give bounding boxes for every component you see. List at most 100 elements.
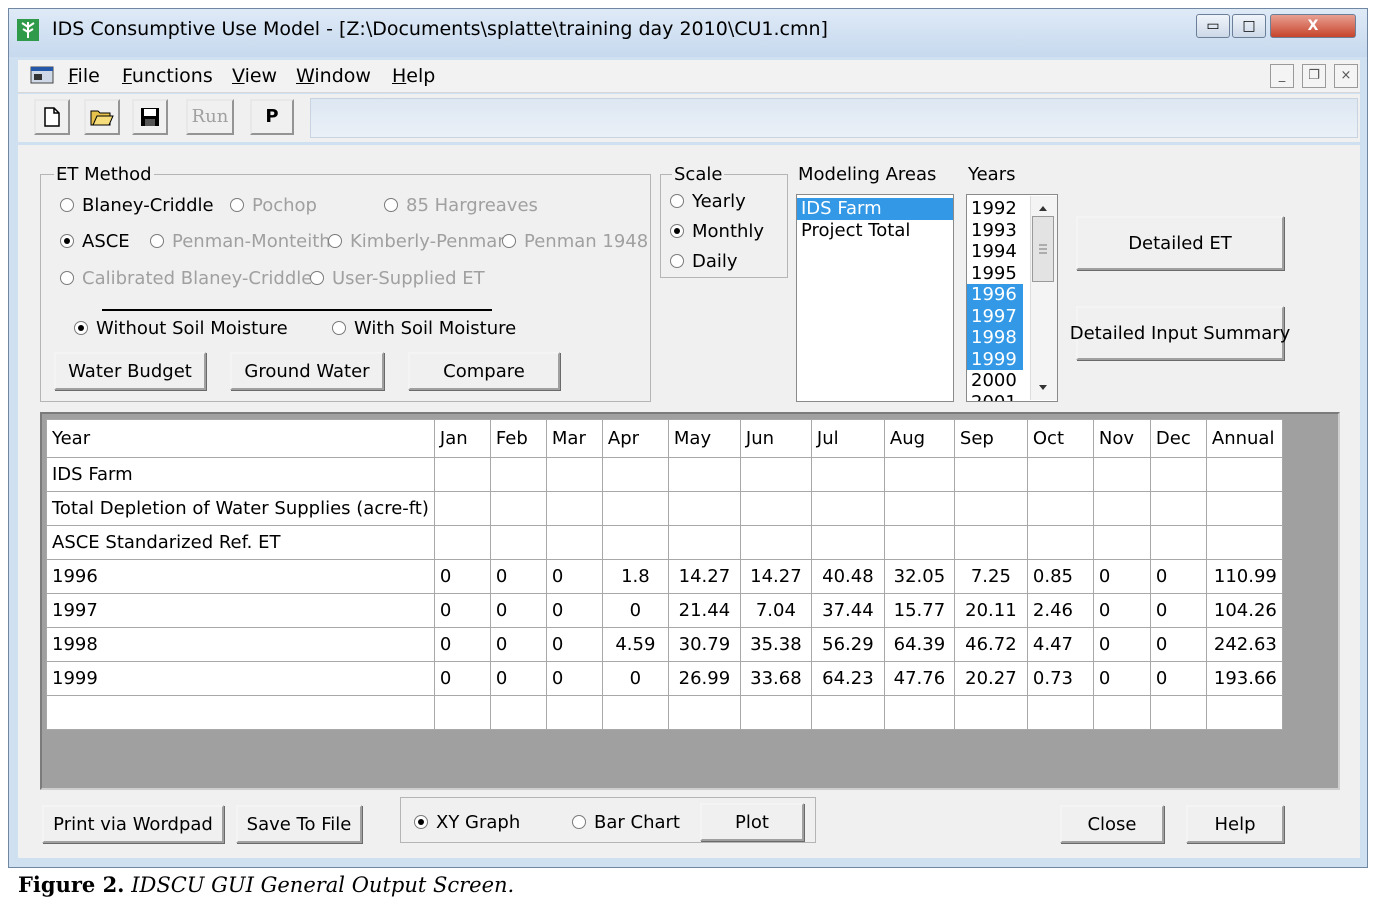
value-cell: 47.76	[883, 661, 955, 696]
plot-button[interactable]: Plot	[700, 803, 804, 841]
value-cell: 2.46	[1026, 593, 1094, 628]
scroll-up-icon[interactable]	[1037, 204, 1049, 212]
radio-circle	[328, 234, 342, 248]
compare-button[interactable]: Compare	[408, 352, 560, 390]
mdi-close-button[interactable]: ×	[1334, 64, 1358, 88]
year-item-selected[interactable]: 1999	[967, 348, 1023, 370]
radio-xy-graph[interactable]: XY Graph	[414, 812, 520, 833]
list-item-ids-farm[interactable]: IDS Farm	[797, 198, 953, 220]
value-cell: 242.63	[1205, 627, 1283, 662]
table-row: 1998 0 0 0 4.59 30.79 35.38 56.29 64.39 …	[46, 627, 1283, 662]
header-cell: Dec	[1149, 419, 1207, 458]
value-cell: 0	[489, 593, 547, 628]
radio-pochop[interactable]: Pochop	[230, 195, 317, 216]
header-cell: Sep	[953, 419, 1028, 458]
header-cell: Year	[46, 419, 435, 458]
run-button[interactable]: Run	[186, 99, 234, 135]
radio-label: Kimberly-Penman	[350, 231, 509, 252]
radio-circle	[60, 271, 74, 285]
radio-label: Daily	[692, 251, 738, 272]
results-table: Year Jan Feb Mar Apr May Jun Jul Aug Sep…	[46, 419, 1283, 730]
year-item[interactable]: 2000	[967, 370, 1023, 392]
radio-daily[interactable]: Daily	[670, 251, 738, 272]
scroll-down-icon[interactable]	[1037, 384, 1049, 392]
year-item[interactable]: 1993	[967, 220, 1023, 242]
new-file-button[interactable]	[34, 99, 70, 135]
list-item-project-total[interactable]: Project Total	[797, 220, 953, 242]
radio-without-soil-moisture[interactable]: Without Soil Moisture	[74, 318, 288, 339]
radio-asce[interactable]: ASCE	[60, 231, 130, 252]
radio-user-supplied-et[interactable]: User-Supplied ET	[310, 268, 485, 289]
open-file-button[interactable]	[84, 99, 120, 135]
save-to-file-button[interactable]: Save To File	[236, 805, 362, 843]
grip-icon	[1039, 244, 1047, 254]
menu-help[interactable]: Help	[392, 65, 435, 87]
et-method-label: ET Method	[54, 164, 154, 185]
value-cell: 64.23	[810, 661, 885, 696]
radio-penman-monteith[interactable]: Penman-Monteith	[150, 231, 331, 252]
menu-file[interactable]: File	[68, 65, 100, 87]
radio-label: Blaney-Criddle	[82, 195, 214, 216]
radio-with-soil-moisture[interactable]: With Soil Moisture	[332, 318, 516, 339]
radio-label: Pochop	[252, 195, 317, 216]
year-item[interactable]: 1994	[967, 241, 1023, 263]
radio-yearly[interactable]: Yearly	[670, 191, 746, 212]
radio-circle-selected	[74, 321, 88, 335]
radio-calibrated-blaney-criddle[interactable]: Calibrated Blaney-Criddle	[60, 268, 312, 289]
p-button[interactable]: P	[250, 99, 294, 135]
radio-penman-1948[interactable]: Penman 1948	[502, 231, 648, 252]
info-cell: IDS Farm	[46, 457, 435, 492]
year-item-selected[interactable]: 1996	[967, 284, 1023, 306]
water-budget-button[interactable]: Water Budget	[54, 352, 206, 390]
header-cell: Jan	[433, 419, 491, 458]
radio-85-hargreaves[interactable]: 85 Hargreaves	[384, 195, 538, 216]
document-window-icon[interactable]	[30, 66, 54, 84]
minimize-button[interactable]: ▭	[1196, 14, 1230, 38]
menu-functions[interactable]: Functions	[122, 65, 213, 87]
mdi-restore-button[interactable]: ❐	[1302, 64, 1326, 88]
save-file-button[interactable]	[132, 99, 168, 135]
header-cell: Aug	[883, 419, 955, 458]
header-cell: Oct	[1026, 419, 1094, 458]
radio-label: Yearly	[692, 191, 746, 212]
close-window-button[interactable]: X	[1270, 14, 1356, 38]
modeling-areas-list[interactable]: IDS Farm Project Total	[796, 194, 954, 402]
year-item[interactable]: 1995	[967, 263, 1023, 285]
radio-circle	[60, 198, 74, 212]
ground-water-button[interactable]: Ground Water	[230, 352, 384, 390]
help-button[interactable]: Help	[1186, 805, 1284, 843]
menu-view[interactable]: View	[232, 65, 277, 87]
print-via-wordpad-button[interactable]: Print via Wordpad	[42, 805, 224, 843]
year-item[interactable]: 2001	[967, 392, 1023, 401]
value-cell: 64.39	[883, 627, 955, 662]
value-cell: 0	[545, 559, 603, 594]
caption-label: Figure 2.	[18, 872, 125, 897]
radio-label: With Soil Moisture	[354, 318, 517, 339]
menu-window[interactable]: Window	[296, 65, 371, 87]
radio-circle	[332, 321, 346, 335]
radio-bar-chart[interactable]: Bar Chart	[572, 812, 680, 833]
detailed-input-summary-button[interactable]: Detailed Input Summary	[1070, 306, 1290, 360]
year-cell: 1998	[46, 627, 435, 662]
toolbar-strip	[310, 98, 1358, 138]
modeling-areas-label: Modeling Areas	[796, 164, 939, 185]
info-cell: Total Depletion of Water Supplies (acre-…	[46, 491, 435, 526]
radio-kimberly-penman[interactable]: Kimberly-Penman	[328, 231, 509, 252]
value-cell: 0	[1149, 627, 1207, 662]
maximize-button[interactable]: □	[1232, 14, 1266, 38]
year-item-selected[interactable]: 1998	[967, 327, 1023, 349]
close-button[interactable]: Close	[1060, 805, 1164, 843]
radio-label: Monthly	[692, 221, 765, 242]
table-row-empty	[46, 695, 1283, 730]
table-row: 1996 0 0 0 1.8 14.27 14.27 40.48 32.05 7…	[46, 559, 1283, 594]
year-item-selected[interactable]: 1997	[967, 305, 1023, 327]
value-cell: 46.72	[953, 627, 1028, 662]
info-cell: ASCE Standarized Ref. ET	[46, 525, 435, 560]
year-item[interactable]: 1992	[967, 198, 1023, 220]
radio-blaney-criddle[interactable]: Blaney-Criddle	[60, 195, 214, 216]
mdi-minimize-button[interactable]: _	[1270, 64, 1294, 88]
detailed-et-button[interactable]: Detailed ET	[1076, 216, 1284, 270]
radio-monthly[interactable]: Monthly	[670, 221, 764, 242]
radio-label: 85 Hargreaves	[406, 195, 538, 216]
value-cell: 30.79	[667, 627, 741, 662]
